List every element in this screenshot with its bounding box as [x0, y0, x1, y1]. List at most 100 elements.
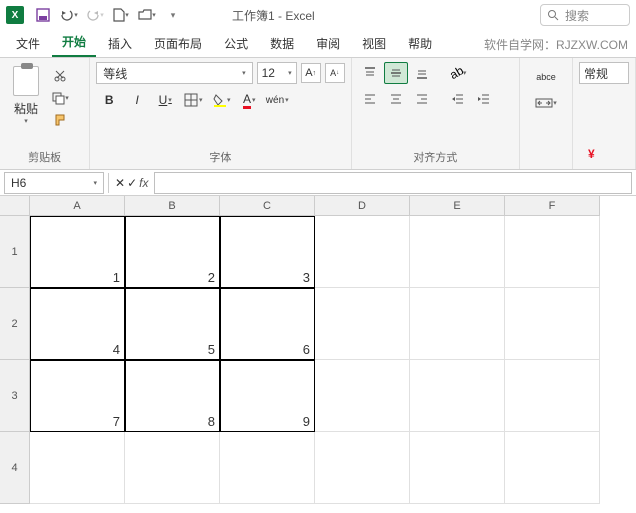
watermark: 软件自学网：RJZXW.COM [484, 36, 628, 53]
decrease-font-icon[interactable]: A↓ [325, 63, 345, 83]
cell[interactable] [220, 432, 315, 504]
cell[interactable] [30, 432, 125, 504]
cell[interactable]: 3 [220, 216, 315, 288]
tab-formulas[interactable]: 公式 [214, 30, 258, 57]
col-header[interactable]: F [505, 196, 600, 216]
spreadsheet-grid: ABCDEF 1234 123456789 [0, 196, 636, 513]
cell[interactable]: 7 [30, 360, 125, 432]
group-number: 常规 ¥ [573, 58, 636, 169]
col-header[interactable]: B [125, 196, 220, 216]
cell[interactable]: 2 [125, 216, 220, 288]
cell[interactable]: 4 [30, 288, 125, 360]
group-label-clipboard: 剪贴板 [6, 147, 83, 167]
select-all-corner[interactable] [0, 196, 30, 216]
underline-button[interactable]: U▾ [152, 88, 178, 112]
copy-icon[interactable]: ▾ [50, 88, 70, 108]
align-middle-icon[interactable] [384, 62, 408, 84]
cut-icon[interactable] [50, 66, 70, 86]
row-header[interactable]: 3 [0, 360, 30, 432]
bold-button[interactable]: B [96, 88, 122, 112]
cell[interactable]: 5 [125, 288, 220, 360]
paste-button[interactable]: 粘贴 ▾ [6, 66, 46, 130]
increase-font-icon[interactable]: A↑ [301, 63, 321, 83]
svg-text:ab: ab [449, 66, 463, 80]
cell[interactable] [315, 432, 410, 504]
currency-icon[interactable]: ¥ [579, 143, 607, 165]
row-header[interactable]: 2 [0, 288, 30, 360]
cell[interactable] [505, 288, 600, 360]
svg-text:¥: ¥ [588, 147, 595, 161]
group-label-font: 字体 [96, 147, 344, 167]
cell[interactable] [410, 288, 505, 360]
cell[interactable]: 6 [220, 288, 315, 360]
cell[interactable] [410, 360, 505, 432]
number-format-select[interactable]: 常规 [579, 62, 629, 84]
col-header[interactable]: A [30, 196, 125, 216]
group-alignment: ab▾ 对齐方式 [352, 58, 520, 169]
cell[interactable] [315, 288, 410, 360]
tab-view[interactable]: 视图 [352, 30, 396, 57]
col-header[interactable]: C [220, 196, 315, 216]
border-button[interactable]: ▾ [180, 88, 206, 112]
tab-data[interactable]: 数据 [260, 30, 304, 57]
merge-center-icon[interactable]: ▾ [531, 92, 561, 114]
excel-icon: X [6, 6, 24, 24]
cancel-icon[interactable]: ✕ [115, 176, 125, 190]
italic-button[interactable]: I [124, 88, 150, 112]
row-header[interactable]: 4 [0, 432, 30, 504]
cell[interactable] [410, 216, 505, 288]
col-header[interactable]: E [410, 196, 505, 216]
font-color-button[interactable]: A▾ [236, 88, 262, 112]
tab-file[interactable]: 文件 [6, 30, 50, 57]
open-icon[interactable]: ▾ [136, 4, 158, 26]
decrease-indent-icon[interactable] [446, 88, 470, 110]
new-file-icon[interactable]: ▾ [110, 4, 132, 26]
cell[interactable] [505, 432, 600, 504]
tab-help[interactable]: 帮助 [398, 30, 442, 57]
tab-home[interactable]: 开始 [52, 28, 96, 57]
align-bottom-icon[interactable] [410, 62, 434, 84]
formula-input[interactable] [154, 172, 632, 194]
fx-icon[interactable]: fx [139, 176, 148, 190]
wrap-text-icon[interactable]: abce [531, 66, 561, 88]
col-header[interactable]: D [315, 196, 410, 216]
fill-color-button[interactable]: ▾ [208, 88, 234, 112]
redo-icon[interactable]: ▾ [84, 4, 106, 26]
cell[interactable]: 8 [125, 360, 220, 432]
align-center-icon[interactable] [384, 88, 408, 110]
cell[interactable] [315, 216, 410, 288]
cell[interactable] [125, 432, 220, 504]
orientation-icon[interactable]: ab▾ [446, 62, 470, 84]
group-wrap: abce ▾ [520, 58, 573, 169]
save-icon[interactable] [32, 4, 54, 26]
phonetic-button[interactable]: wén▾ [264, 88, 290, 112]
formula-bar: H6▾ ✕ ✓ fx [0, 170, 636, 196]
font-family-select[interactable]: 等线▾ [96, 62, 252, 84]
quick-access-toolbar: ▾ ▾ ▾ ▾ ▾ [32, 4, 184, 26]
tab-insert[interactable]: 插入 [98, 30, 142, 57]
ribbon-tabs: 文件 开始 插入 页面布局 公式 数据 审阅 视图 帮助 软件自学网：RJZXW… [0, 30, 636, 58]
cell[interactable] [410, 432, 505, 504]
cell[interactable] [315, 360, 410, 432]
align-right-icon[interactable] [410, 88, 434, 110]
tab-review[interactable]: 审阅 [306, 30, 350, 57]
align-top-icon[interactable] [358, 62, 382, 84]
titlebar: X ▾ ▾ ▾ ▾ ▾ 工作簿1 - Excel 搜索 [0, 0, 636, 30]
undo-icon[interactable]: ▾ [58, 4, 80, 26]
enter-icon[interactable]: ✓ [127, 176, 137, 190]
cell[interactable]: 1 [30, 216, 125, 288]
name-box[interactable]: H6▾ [4, 172, 104, 194]
group-font: 等线▾ 12▾ A↑ A↓ B I U▾ ▾ ▾ A▾ wén▾ 字体 [90, 58, 351, 169]
qat-customize-icon[interactable]: ▾ [162, 4, 184, 26]
cell[interactable] [505, 360, 600, 432]
row-header[interactable]: 1 [0, 216, 30, 288]
font-size-select[interactable]: 12▾ [257, 62, 297, 84]
tab-layout[interactable]: 页面布局 [144, 30, 212, 57]
cell[interactable]: 9 [220, 360, 315, 432]
format-painter-icon[interactable] [50, 110, 70, 130]
align-left-icon[interactable] [358, 88, 382, 110]
cell[interactable] [505, 216, 600, 288]
search-box[interactable]: 搜索 [540, 4, 630, 26]
paste-label: 粘贴 [14, 100, 38, 117]
increase-indent-icon[interactable] [472, 88, 496, 110]
